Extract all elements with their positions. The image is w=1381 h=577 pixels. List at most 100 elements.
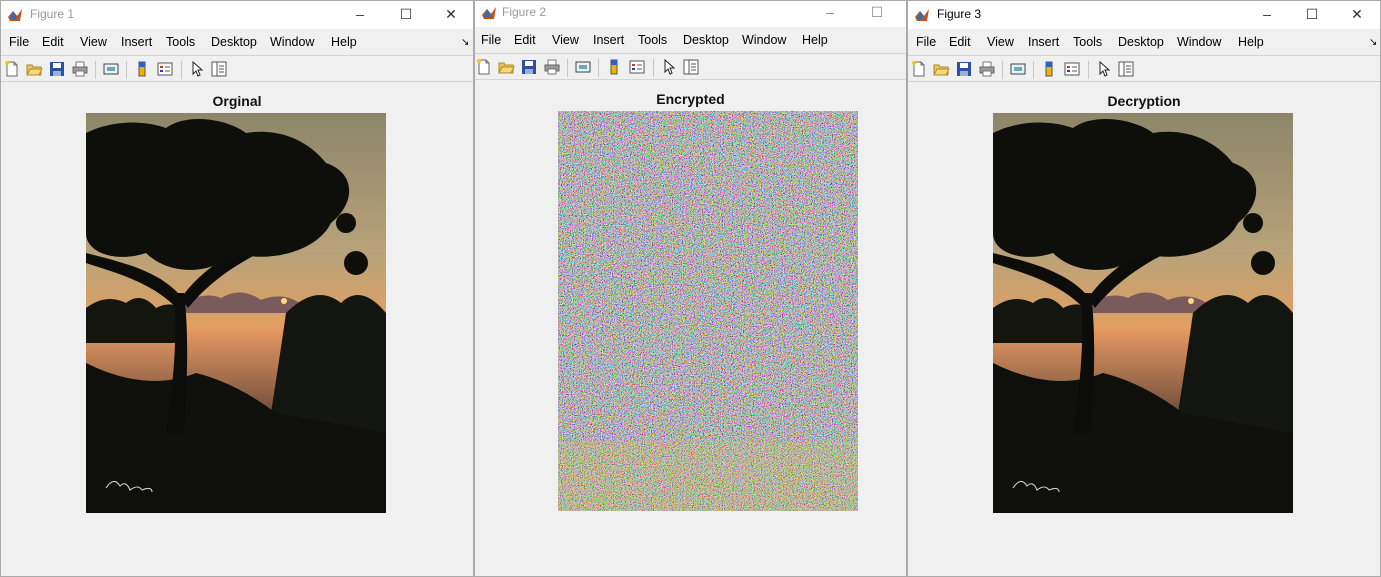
menu-view[interactable]: View	[987, 35, 1014, 49]
menu-insert[interactable]: Insert	[121, 35, 152, 49]
original-image[interactable]	[86, 113, 386, 513]
divider	[475, 53, 906, 54]
toolbar-separator	[1088, 61, 1089, 79]
insert-legend-icon[interactable]	[628, 58, 646, 76]
print-figure-icon[interactable]	[71, 60, 89, 78]
menu-file[interactable]: File	[916, 35, 936, 49]
menu-tools[interactable]: Tools	[638, 33, 667, 47]
menu-bar: File Edit View Insert Tools Desktop Wind…	[908, 31, 1380, 53]
menu-bar: File Edit View Insert Tools Desktop Wind…	[475, 29, 906, 51]
menu-window[interactable]: Window	[270, 35, 314, 49]
maximize-button[interactable]: ☐	[1289, 1, 1335, 29]
minimize-button[interactable]: –	[1244, 1, 1290, 29]
menu-help[interactable]: Help	[1238, 35, 1264, 49]
matlab-logo-icon	[482, 7, 496, 19]
menu-view[interactable]: View	[80, 35, 107, 49]
figure-toolbar	[475, 55, 906, 81]
decrypted-image[interactable]	[993, 113, 1293, 513]
property-inspector-icon[interactable]	[210, 60, 228, 78]
maximize-button[interactable]: ☐	[854, 1, 900, 29]
menu-window[interactable]: Window	[1177, 35, 1221, 49]
axes-title: Encrypted	[656, 91, 725, 107]
menu-overflow-icon[interactable]: ↘	[461, 37, 469, 48]
title-bar[interactable]: Figure 2 – ☐	[475, 1, 906, 27]
new-figure-icon[interactable]	[3, 60, 21, 78]
divider	[908, 81, 1380, 82]
insert-colorbar-icon[interactable]	[133, 60, 151, 78]
menu-help[interactable]: Help	[802, 33, 828, 47]
menu-overflow-icon[interactable]: ↘	[1369, 37, 1377, 48]
menu-view[interactable]: View	[552, 33, 579, 47]
toolbar-separator	[1033, 61, 1034, 79]
toolbar-separator	[126, 61, 127, 79]
title-bar[interactable]: Figure 1 – ☐ ✕	[1, 1, 473, 29]
menu-edit[interactable]: Edit	[42, 35, 64, 49]
insert-legend-icon[interactable]	[156, 60, 174, 78]
link-plot-icon[interactable]	[574, 58, 592, 76]
close-button[interactable]: ✕	[1334, 1, 1380, 29]
menu-file[interactable]: File	[481, 33, 501, 47]
minimize-button[interactable]: –	[807, 1, 853, 29]
save-figure-icon[interactable]	[955, 60, 973, 78]
close-button[interactable]: ✕	[428, 1, 473, 29]
figure-toolbar	[908, 57, 1380, 83]
menu-insert[interactable]: Insert	[593, 33, 624, 47]
menu-edit[interactable]: Edit	[514, 33, 536, 47]
divider	[475, 79, 906, 80]
window-title: Figure 1	[30, 7, 75, 21]
menu-bar: File Edit View Insert Tools Desktop Wind…	[1, 31, 473, 53]
print-figure-icon[interactable]	[543, 58, 561, 76]
open-file-icon[interactable]	[932, 60, 950, 78]
axes-title: Decryption	[1107, 93, 1181, 109]
menu-tools[interactable]: Tools	[1073, 35, 1102, 49]
minimize-button[interactable]: –	[337, 1, 383, 29]
menu-edit[interactable]: Edit	[949, 35, 971, 49]
insert-colorbar-icon[interactable]	[1040, 60, 1058, 78]
edit-plot-icon[interactable]	[188, 60, 206, 78]
divider	[1, 81, 473, 82]
toolbar-separator	[181, 61, 182, 79]
link-plot-icon[interactable]	[1009, 60, 1027, 78]
divider	[1, 55, 473, 56]
menu-desktop[interactable]: Desktop	[683, 33, 729, 47]
insert-colorbar-icon[interactable]	[605, 58, 623, 76]
toolbar-separator	[95, 61, 96, 79]
edit-plot-icon[interactable]	[660, 58, 678, 76]
property-inspector-icon[interactable]	[682, 58, 700, 76]
new-figure-icon[interactable]	[475, 58, 493, 76]
print-figure-icon[interactable]	[978, 60, 996, 78]
open-file-icon[interactable]	[25, 60, 43, 78]
link-plot-icon[interactable]	[102, 60, 120, 78]
menu-window[interactable]: Window	[742, 33, 786, 47]
new-figure-icon[interactable]	[910, 60, 928, 78]
axes-title: Orginal	[212, 93, 262, 109]
open-file-icon[interactable]	[497, 58, 515, 76]
edit-plot-icon[interactable]	[1095, 60, 1113, 78]
title-bar[interactable]: Figure 3 – ☐ ✕	[908, 1, 1380, 29]
toolbar-separator	[598, 59, 599, 77]
figure-window-1[interactable]: Figure 1 – ☐ ✕ File Edit View Insert Too…	[0, 0, 474, 577]
divider	[908, 55, 1380, 56]
matlab-logo-icon	[8, 9, 22, 21]
toolbar-separator	[653, 59, 654, 77]
menu-insert[interactable]: Insert	[1028, 35, 1059, 49]
maximize-button[interactable]: ☐	[383, 1, 429, 29]
menu-desktop[interactable]: Desktop	[1118, 35, 1164, 49]
window-title: Figure 3	[937, 7, 982, 21]
figure-toolbar	[1, 57, 473, 83]
menu-file[interactable]: File	[9, 35, 29, 49]
save-figure-icon[interactable]	[48, 60, 66, 78]
matlab-logo-icon	[915, 9, 929, 21]
menu-tools[interactable]: Tools	[166, 35, 195, 49]
figure-window-3[interactable]: Figure 3 – ☐ ✕ File Edit View Insert Too…	[907, 0, 1381, 577]
property-inspector-icon[interactable]	[1117, 60, 1135, 78]
toolbar-separator	[567, 59, 568, 77]
figure-window-2[interactable]: Figure 2 – ☐ File Edit View Insert Tools…	[474, 0, 907, 577]
menu-help[interactable]: Help	[331, 35, 357, 49]
encrypted-image[interactable]	[558, 111, 858, 511]
save-figure-icon[interactable]	[520, 58, 538, 76]
window-title: Figure 2	[502, 5, 547, 19]
insert-legend-icon[interactable]	[1063, 60, 1081, 78]
toolbar-separator	[1002, 61, 1003, 79]
menu-desktop[interactable]: Desktop	[211, 35, 257, 49]
